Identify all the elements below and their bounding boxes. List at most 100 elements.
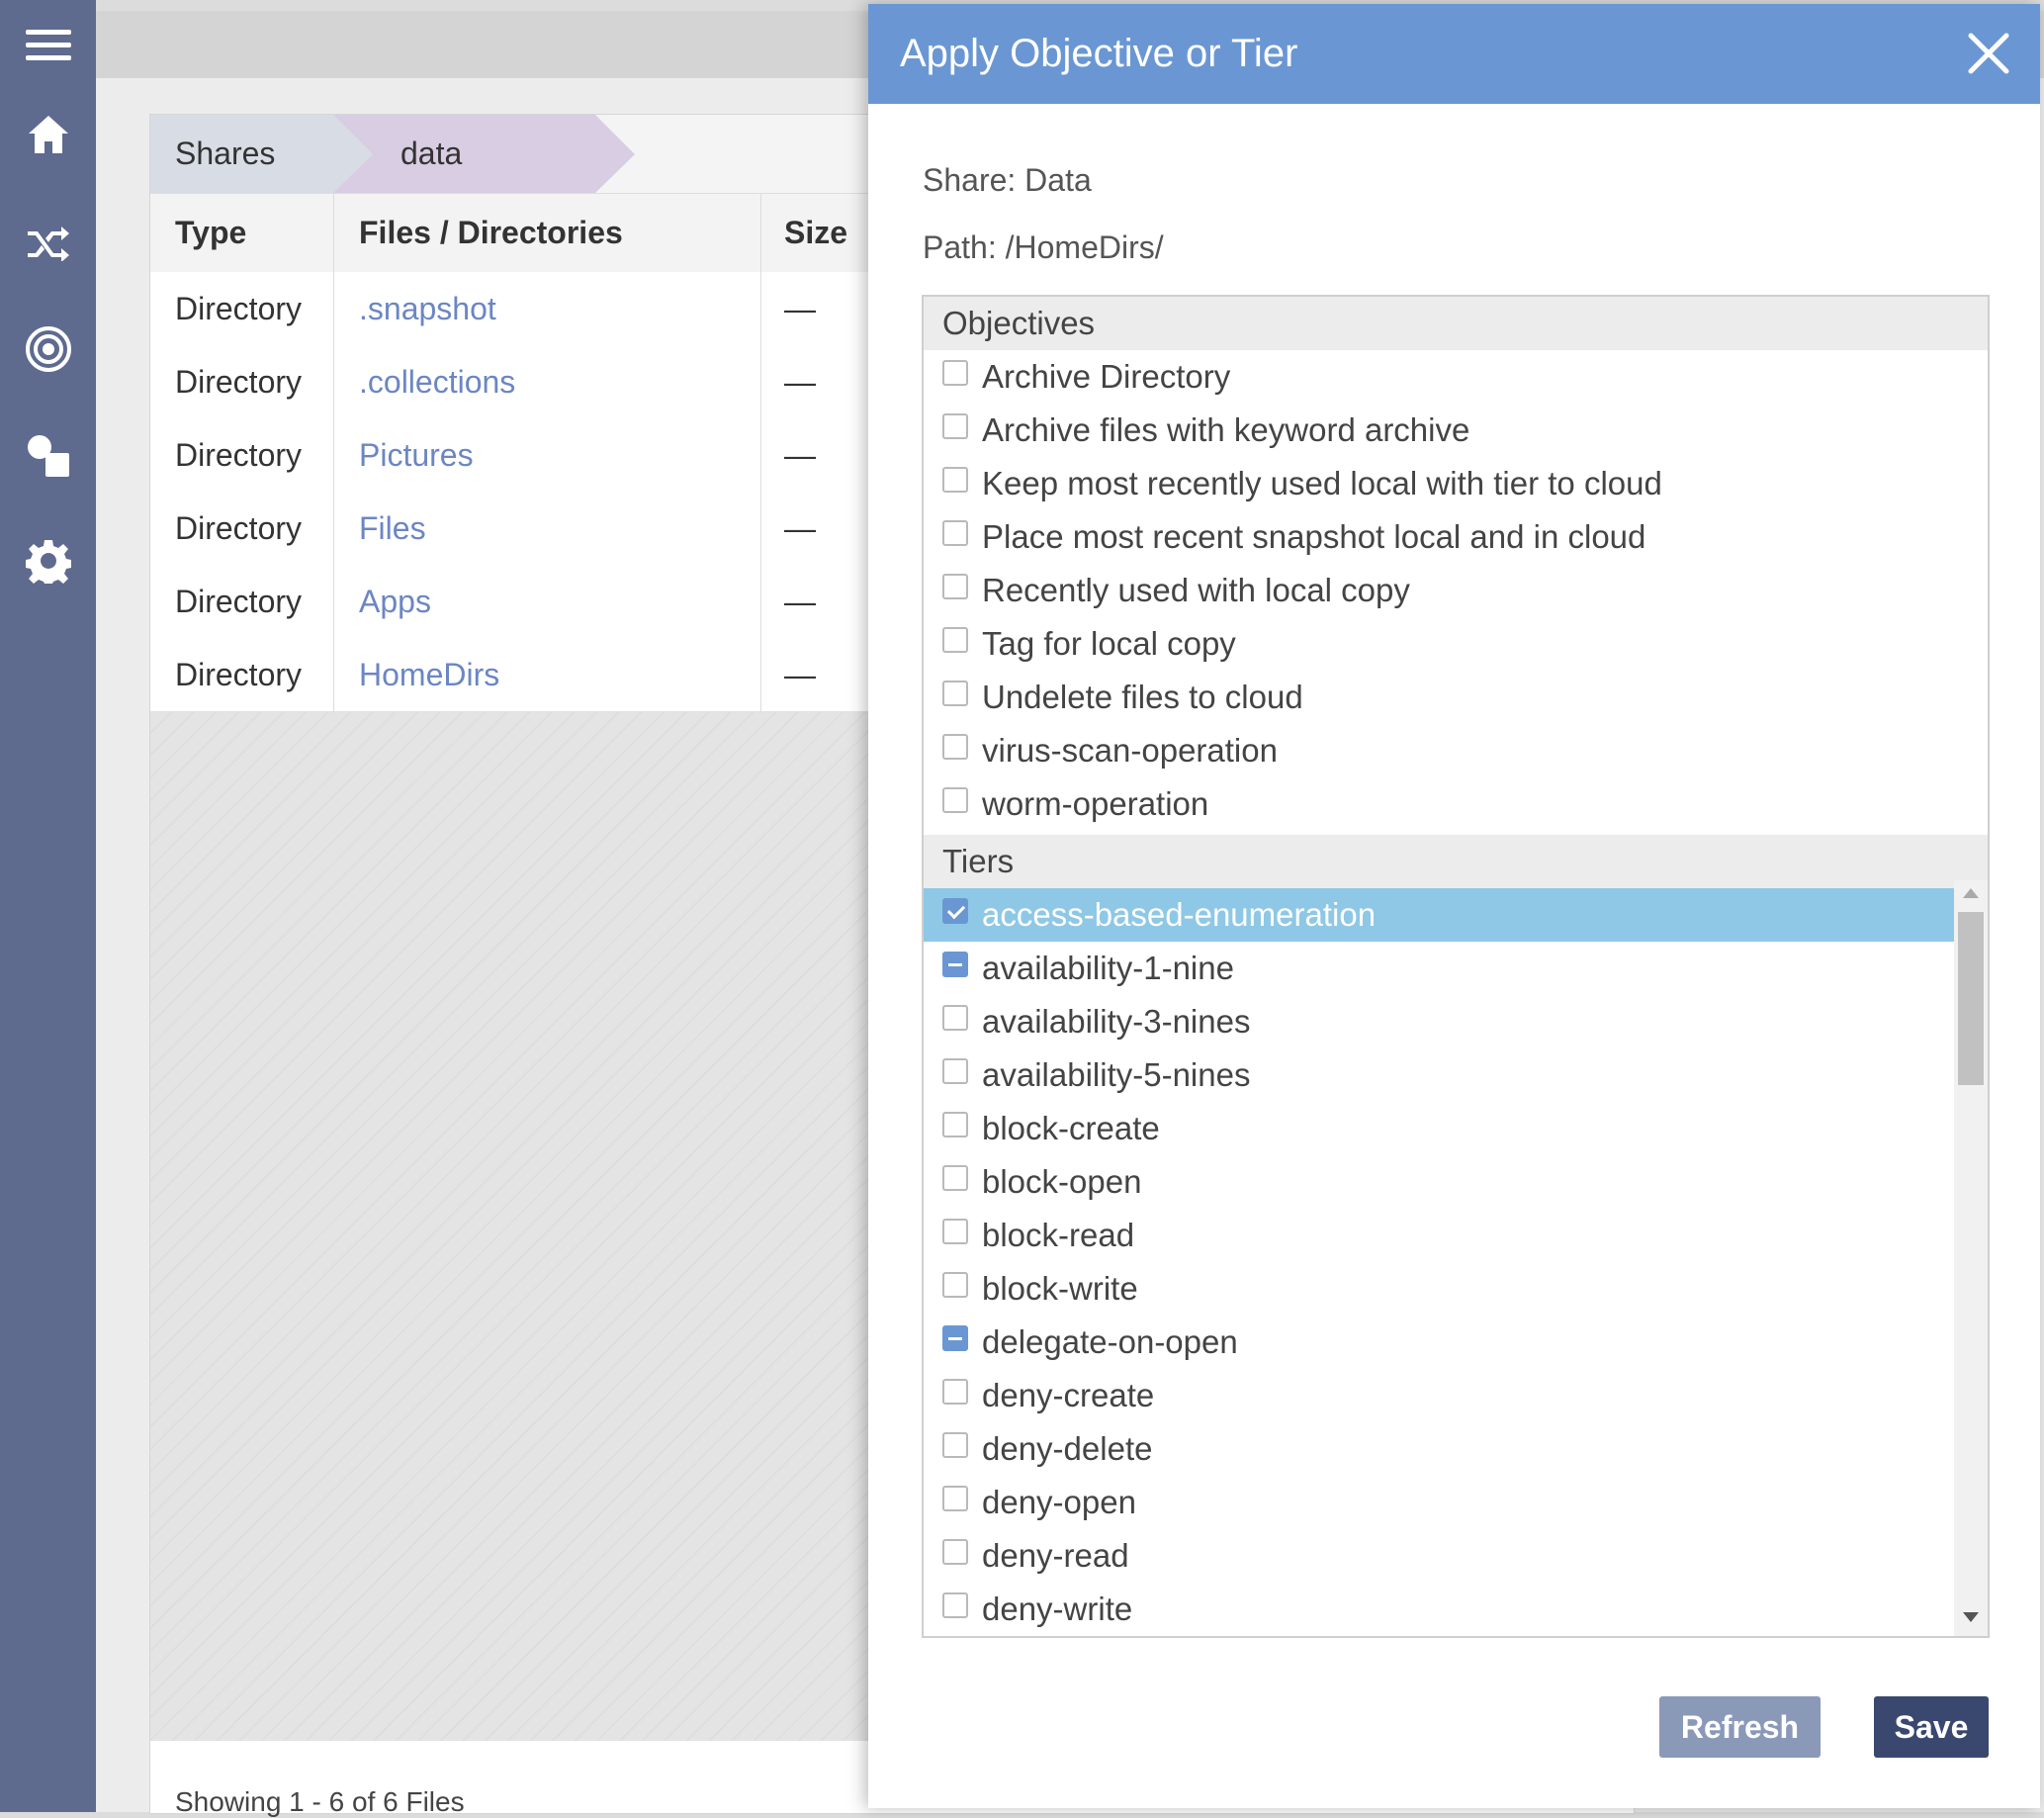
tier-option[interactable]: deny-delete (924, 1422, 1954, 1476)
row-name-link[interactable]: HomeDirs (359, 638, 499, 711)
option-checkbox[interactable] (942, 1432, 968, 1458)
nav-rail (0, 0, 96, 1812)
tier-option[interactable]: access-based-enumeration (924, 888, 1954, 942)
option-label: worm-operation (982, 785, 1209, 822)
shapes-icon[interactable] (0, 416, 96, 496)
option-label: availability-5-nines (982, 1056, 1251, 1093)
tier-option[interactable]: deny-open (924, 1476, 1954, 1529)
tier-option[interactable]: deny-read (924, 1529, 1954, 1583)
row-type: Directory (175, 656, 303, 692)
objectives-group-header: Objectives (924, 297, 1988, 350)
column-header-files[interactable]: Files / Directories (359, 194, 623, 272)
apply-objective-dialog: Apply Objective or Tier Share: Data Path… (868, 4, 2040, 1808)
home-icon[interactable] (0, 95, 96, 174)
option-checkbox[interactable] (942, 734, 968, 760)
tier-option[interactable]: deny-write (924, 1583, 1954, 1636)
option-checkbox[interactable] (942, 1486, 968, 1511)
objective-option[interactable]: Recently used with local copy (924, 564, 1988, 617)
share-label: Share: Data (923, 162, 1092, 198)
option-label: availability-3-nines (982, 1003, 1251, 1040)
option-label: deny-delete (982, 1430, 1153, 1467)
scroll-up-arrow-icon[interactable] (1963, 888, 1979, 898)
target-icon[interactable] (0, 310, 96, 389)
objective-option[interactable]: Undelete files to cloud (924, 671, 1988, 724)
row-size: — (784, 436, 816, 473)
option-checkbox[interactable] (942, 1379, 968, 1405)
option-checkbox[interactable] (942, 787, 968, 813)
objective-option[interactable]: worm-operation (924, 777, 1988, 831)
option-checkbox[interactable] (942, 1165, 968, 1191)
refresh-button[interactable]: Refresh (1659, 1696, 1821, 1758)
tier-option[interactable]: block-write (924, 1262, 1954, 1316)
tier-option[interactable]: deny-create (924, 1369, 1954, 1422)
option-checkbox[interactable] (942, 1592, 968, 1618)
column-header-size[interactable]: Size (784, 194, 847, 272)
scroll-down-arrow-icon[interactable] (1963, 1612, 1979, 1622)
option-checkbox[interactable] (942, 574, 968, 599)
row-name-link[interactable]: Apps (359, 565, 431, 638)
tier-option[interactable]: delegate-on-open (924, 1316, 1954, 1369)
shuffle-icon[interactable] (0, 203, 96, 282)
objective-tier-listbox[interactable]: Objectives Archive Directory Archive file… (922, 295, 1990, 1638)
scrollbar-thumb[interactable] (1958, 912, 1984, 1085)
close-icon[interactable] (1965, 30, 2012, 77)
row-name-link[interactable]: .collections (359, 345, 515, 418)
option-checkbox[interactable] (942, 681, 968, 706)
option-checkbox[interactable] (942, 1058, 968, 1084)
option-checkbox[interactable] (942, 898, 968, 924)
row-type: Directory (175, 583, 303, 619)
tier-option[interactable]: block-create (924, 1102, 1954, 1155)
save-button[interactable]: Save (1874, 1696, 1989, 1758)
dialog-title: Apply Objective or Tier (900, 32, 1298, 75)
tier-option[interactable]: block-read (924, 1209, 1954, 1262)
objective-option[interactable]: Keep most recently used local with tier … (924, 457, 1988, 510)
row-size: — (784, 656, 816, 692)
menu-icon[interactable] (0, 6, 96, 85)
dialog-header: Apply Objective or Tier (868, 4, 2040, 104)
tier-option[interactable]: availability-3-nines (924, 995, 1954, 1048)
option-checkbox[interactable] (942, 1005, 968, 1031)
tiers-group-header: Tiers (924, 835, 1988, 888)
option-checkbox[interactable] (942, 1325, 968, 1351)
option-checkbox[interactable] (942, 1539, 968, 1565)
option-label: Archive files with keyword archive (982, 411, 1470, 448)
row-type: Directory (175, 363, 303, 400)
objective-option[interactable]: Tag for local copy (924, 617, 1988, 671)
column-header-type[interactable]: Type (175, 194, 246, 272)
objective-option[interactable]: Archive files with keyword archive (924, 404, 1988, 457)
tier-option[interactable]: availability-1-nine (924, 942, 1954, 995)
option-checkbox[interactable] (942, 1112, 968, 1137)
objective-option[interactable]: virus-scan-operation (924, 724, 1988, 777)
option-label: deny-read (982, 1537, 1129, 1574)
path-label: Path: /HomeDirs/ (923, 229, 1164, 265)
option-label: delegate-on-open (982, 1323, 1238, 1360)
option-label: Recently used with local copy (982, 572, 1410, 608)
option-label: deny-open (982, 1484, 1136, 1520)
row-name-link[interactable]: Pictures (359, 418, 474, 492)
option-label: Keep most recently used local with tier … (982, 465, 1662, 501)
tier-option[interactable]: availability-5-nines (924, 1048, 1954, 1102)
option-checkbox[interactable] (942, 360, 968, 386)
objective-option[interactable]: Place most recent snapshot local and in … (924, 510, 1988, 564)
listbox-scrollbar[interactable] (1954, 880, 1988, 1636)
tier-option[interactable]: block-open (924, 1155, 1954, 1209)
option-checkbox[interactable] (942, 1272, 968, 1298)
breadcrumb-shares[interactable]: Shares (150, 115, 373, 193)
option-checkbox[interactable] (942, 952, 968, 977)
option-checkbox[interactable] (942, 627, 968, 653)
option-label: Tag for local copy (982, 625, 1236, 662)
option-checkbox[interactable] (942, 1219, 968, 1244)
row-size: — (784, 363, 816, 400)
row-name-link[interactable]: .snapshot (359, 272, 496, 345)
gear-icon[interactable] (0, 523, 96, 602)
row-name-link[interactable]: Files (359, 492, 426, 565)
row-size: — (784, 583, 816, 619)
option-label: block-create (982, 1110, 1160, 1146)
option-label: Archive Directory (982, 358, 1231, 395)
objective-option[interactable]: Archive Directory (924, 350, 1988, 404)
option-checkbox[interactable] (942, 520, 968, 546)
option-label: Undelete files to cloud (982, 679, 1303, 715)
option-checkbox[interactable] (942, 413, 968, 439)
option-checkbox[interactable] (942, 467, 968, 493)
row-type: Directory (175, 290, 303, 326)
